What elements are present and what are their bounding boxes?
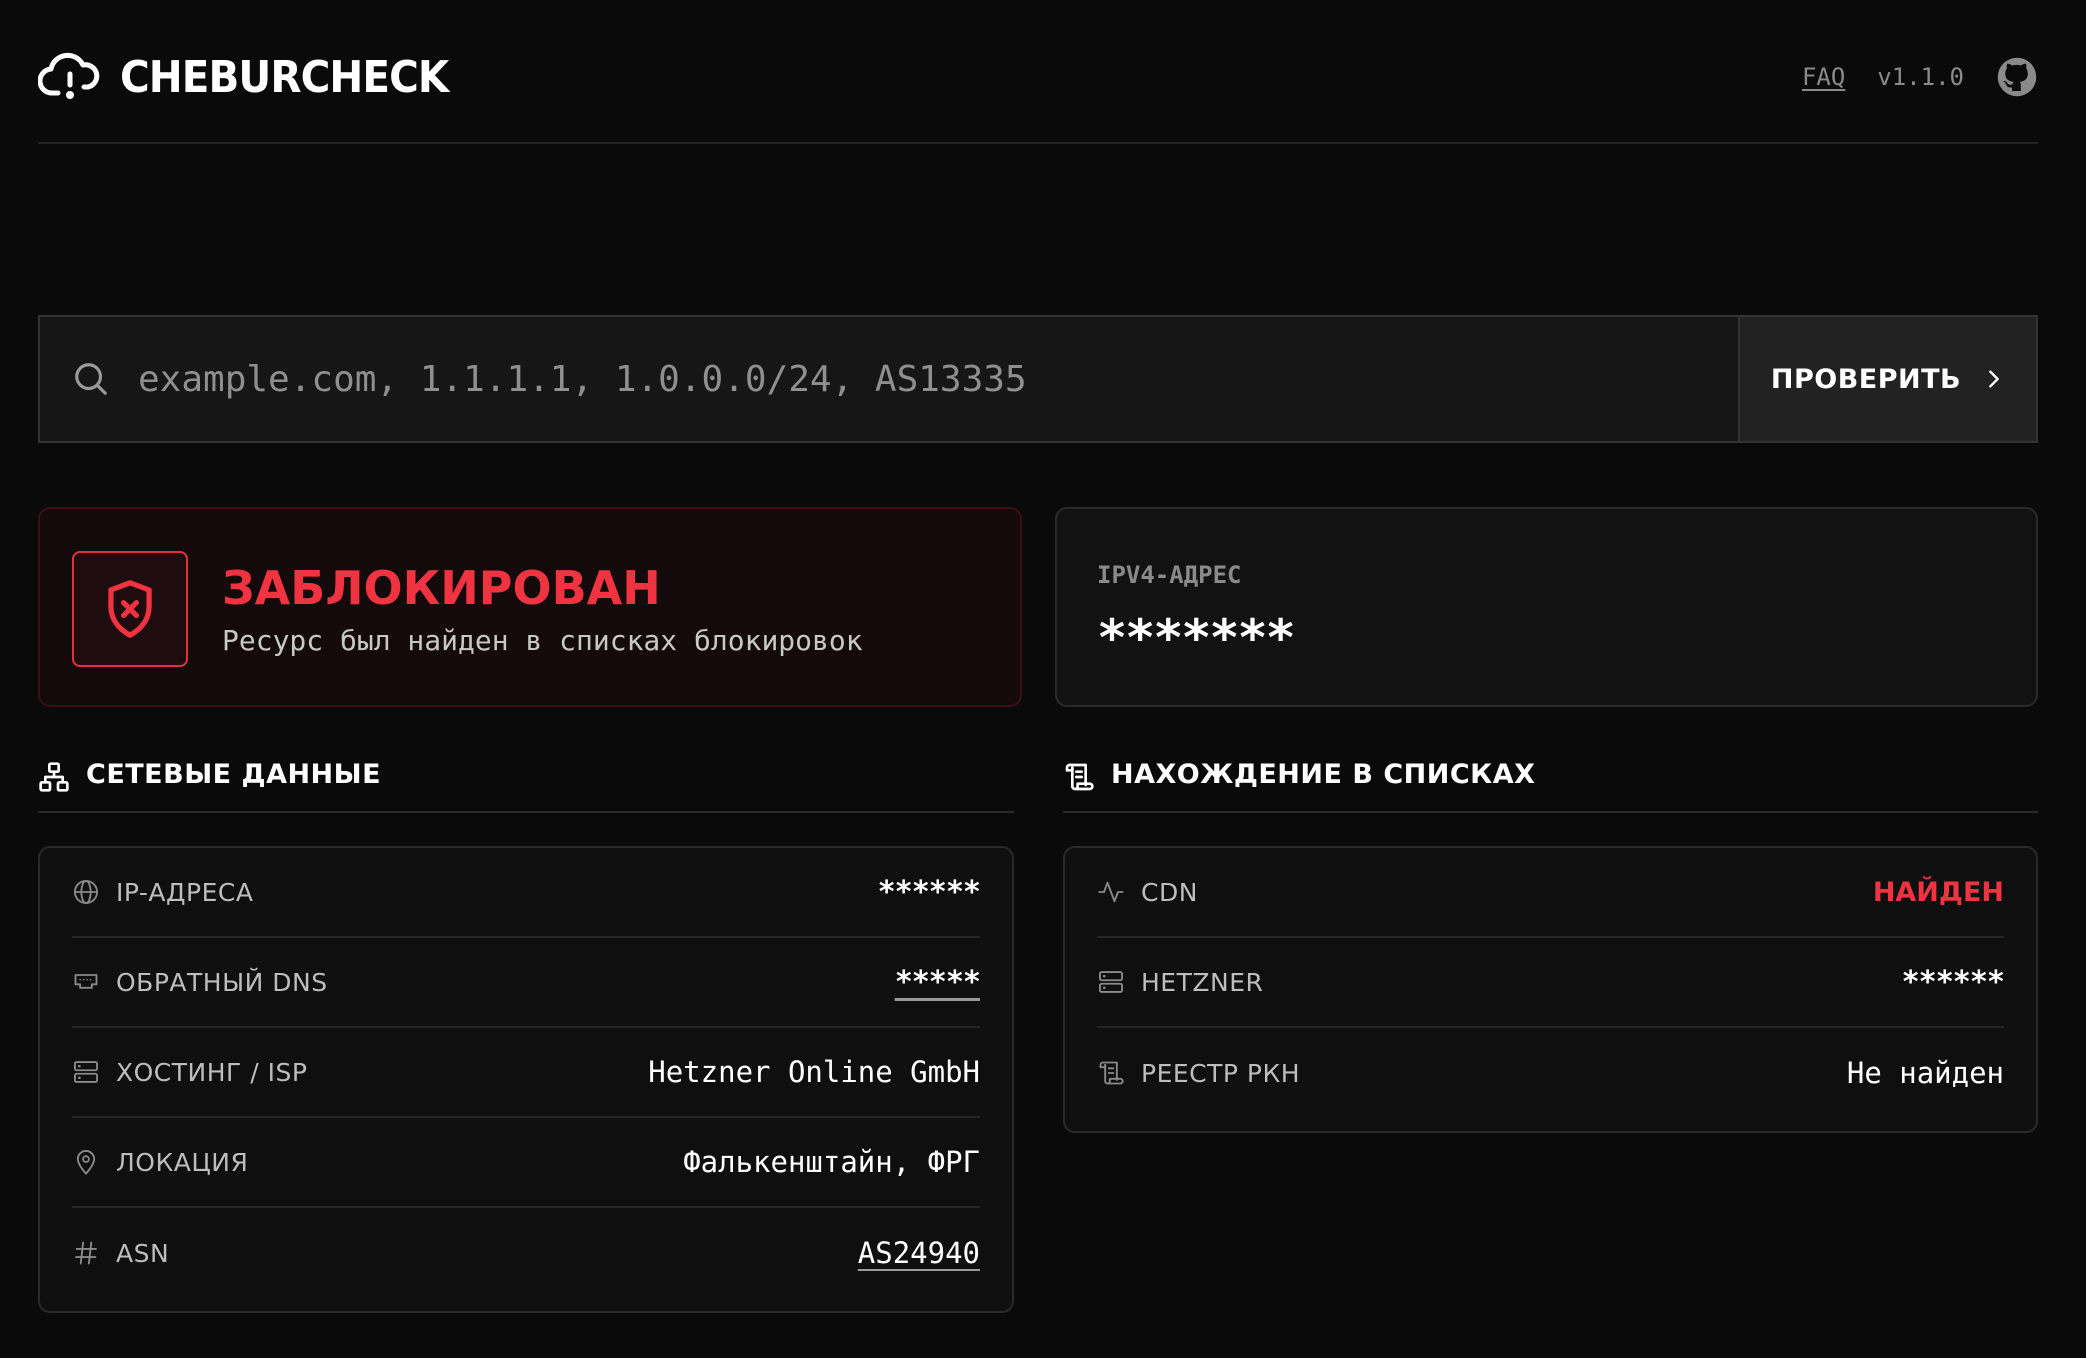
search-field[interactable] bbox=[40, 317, 1738, 441]
brand[interactable]: CHEBURCHECK bbox=[38, 50, 477, 104]
brand-name: CHEBURCHECK bbox=[120, 51, 449, 103]
activity-icon bbox=[1098, 881, 1124, 903]
table-row: РЕЕСТР РКН Не найден bbox=[1097, 1028, 2004, 1118]
reverse-dns-link[interactable]: ***** bbox=[895, 965, 981, 1000]
row-label: ASN bbox=[116, 1238, 170, 1268]
shield-x-icon bbox=[108, 580, 152, 638]
server-icon bbox=[73, 1061, 99, 1083]
network-section-header: СЕТЕВЫЕ ДАННЫЕ bbox=[38, 755, 1014, 813]
row-label: CDN bbox=[1141, 877, 1198, 907]
search-bar: ПРОВЕРИТЬ bbox=[38, 315, 2038, 443]
status-title: ЗАБЛОКИРОВАН bbox=[222, 561, 661, 615]
server-icon bbox=[1098, 971, 1124, 993]
ethernet-port-icon bbox=[74, 974, 98, 989]
network-panel: IP-АДРЕСА ****** ОБРАТНЫЙ DNS ***** ХОСТ… bbox=[38, 846, 1014, 1313]
row-label: ОБРАТНЫЙ DNS bbox=[116, 967, 328, 997]
ipv4-label: IPV4-АДРЕС bbox=[1097, 561, 1242, 589]
header-right: FAQ v1.1.0 bbox=[1802, 56, 2038, 98]
search-input[interactable] bbox=[136, 348, 1738, 410]
cloud-alert-icon bbox=[38, 52, 100, 99]
row-label: ХОСТИНГ / ISP bbox=[116, 1057, 308, 1087]
ip-addresses-value: ****** bbox=[877, 874, 981, 910]
status-badge bbox=[72, 551, 188, 667]
rkn-registry-value: Не найден bbox=[1846, 1056, 2004, 1090]
status-card: ЗАБЛОКИРОВАН Ресурс был найден в списках… bbox=[38, 507, 1022, 707]
table-row: ОБРАТНЫЙ DNS ***** bbox=[72, 938, 981, 1028]
table-row: CDN НАЙДЕН bbox=[1097, 848, 2004, 938]
github-icon[interactable] bbox=[1996, 56, 2038, 98]
table-row: ЛОКАЦИЯ Фалькенштайн, ФРГ bbox=[72, 1118, 980, 1208]
scroll-icon bbox=[1065, 763, 1094, 791]
row-label: HETZNER bbox=[1141, 967, 1264, 997]
table-row: ХОСТИНГ / ISP Hetzner Online GmbH bbox=[72, 1028, 980, 1118]
check-button-label: ПРОВЕРИТЬ bbox=[1770, 363, 1962, 395]
asn-link[interactable]: AS24940 bbox=[858, 1236, 980, 1270]
ipv4-value: ******* bbox=[1097, 609, 1296, 667]
table-row: ASN AS24940 bbox=[72, 1208, 980, 1298]
status-subtitle: Ресурс был найден в списках блокировок bbox=[222, 624, 863, 657]
version-label: v1.1.0 bbox=[1877, 63, 1964, 91]
table-row: IP-АДРЕСА ****** bbox=[72, 848, 981, 938]
search-icon bbox=[75, 363, 107, 395]
table-row: HETZNER ****** bbox=[1097, 938, 2005, 1028]
chevron-right-icon bbox=[1989, 370, 1999, 388]
map-pin-icon bbox=[76, 1150, 96, 1175]
faq-link[interactable]: FAQ bbox=[1802, 63, 1845, 91]
hetzner-value: ****** bbox=[1901, 964, 2005, 1000]
row-label: IP-АДРЕСА bbox=[116, 877, 254, 907]
scroll-icon bbox=[1099, 1061, 1124, 1085]
location-value: Фалькенштайн, ФРГ bbox=[683, 1145, 980, 1179]
ipv4-card: IPV4-АДРЕС ******* bbox=[1055, 507, 2038, 707]
hosting-value: Hetzner Online GmbH bbox=[648, 1055, 980, 1089]
cdn-status-value: НАЙДЕН bbox=[1872, 876, 2004, 908]
network-section-title: СЕТЕВЫЕ ДАННЫЕ bbox=[86, 759, 382, 790]
check-button[interactable]: ПРОВЕРИТЬ bbox=[1738, 317, 2036, 441]
row-label: РЕЕСТР РКН bbox=[1141, 1058, 1301, 1088]
row-label: ЛОКАЦИЯ bbox=[116, 1147, 249, 1177]
lists-panel: CDN НАЙДЕН HETZNER ****** РЕЕСТР РКН Не … bbox=[1063, 846, 2038, 1133]
lists-section-header: НАХОЖДЕНИЕ В СПИСКАХ bbox=[1063, 755, 2038, 813]
app-header: CHEBURCHECK FAQ v1.1.0 bbox=[38, 0, 2038, 144]
lists-section-title: НАХОЖДЕНИЕ В СПИСКАХ bbox=[1111, 759, 1536, 790]
globe-icon bbox=[73, 879, 99, 905]
hash-icon bbox=[75, 1241, 97, 1265]
network-icon bbox=[39, 762, 69, 792]
